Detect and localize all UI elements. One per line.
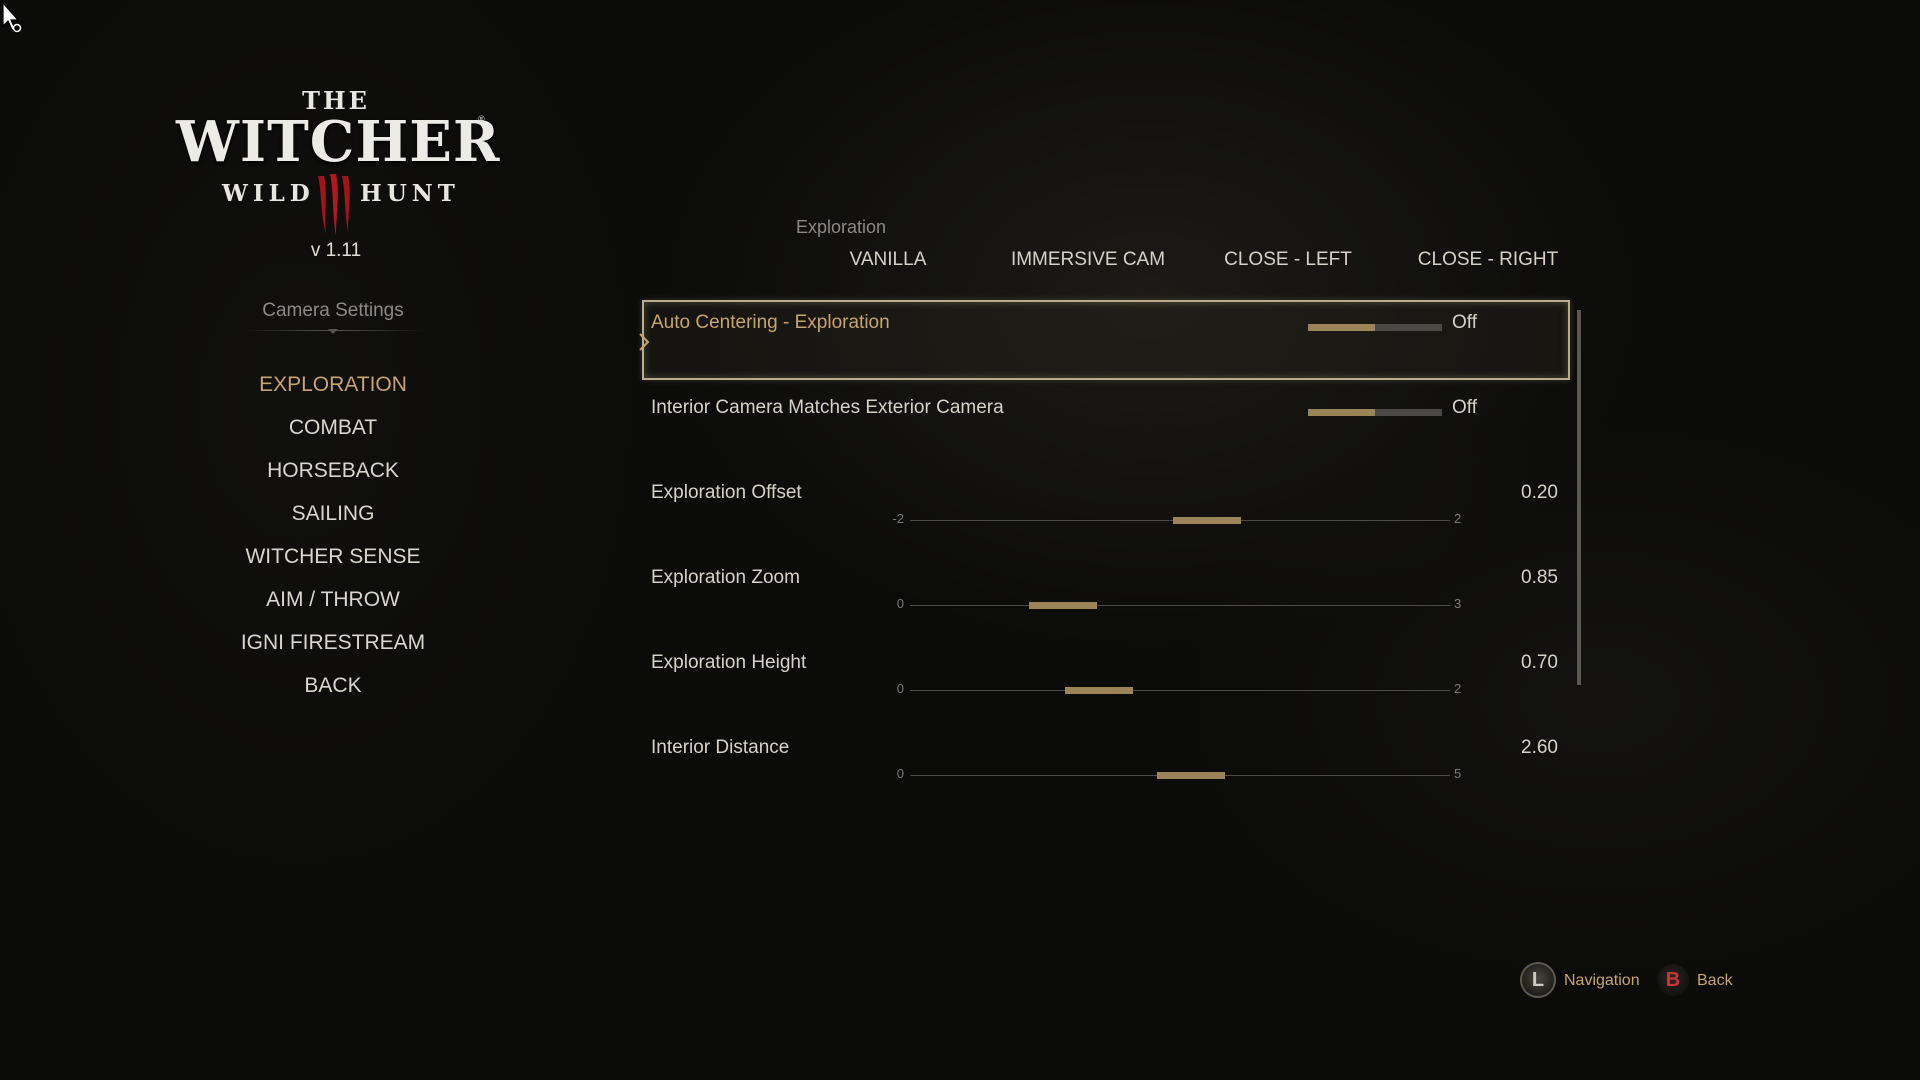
slider-thumb[interactable] xyxy=(1173,517,1241,524)
slider-min-label: -2 xyxy=(892,511,904,526)
toggle-value: Off xyxy=(1452,397,1477,418)
slider-min-label: 0 xyxy=(896,681,904,696)
menu-item-exploration[interactable]: EXPLORATION xyxy=(232,368,434,411)
settings-list: Auto Centering - Exploration Off Interio… xyxy=(639,300,1572,800)
slider-thumb[interactable] xyxy=(1156,772,1225,779)
setting-label: Exploration Height xyxy=(651,652,807,673)
setting-interior-distance[interactable]: Interior Distance 2.60 0 5 xyxy=(642,725,1570,805)
setting-exploration-height[interactable]: Exploration Height 0.70 0 2 xyxy=(642,640,1570,720)
navigation-hint-label: Navigation xyxy=(1564,972,1640,989)
preset-close-left[interactable]: CLOSE - LEFT xyxy=(1188,249,1388,271)
selection-arrow-icon xyxy=(639,333,650,351)
preset-tabs: VANILLA IMMERSIVE CAM CLOSE - LEFT CLOSE… xyxy=(788,249,1568,279)
logo-wild-text: WILD xyxy=(222,180,315,207)
setting-label: Exploration Zoom xyxy=(651,567,800,588)
slider-thumb[interactable] xyxy=(1065,687,1133,694)
slider-min-label: 0 xyxy=(896,766,904,781)
slider-thumb[interactable] xyxy=(1029,602,1097,609)
left-stick-letter: L xyxy=(1531,969,1545,991)
slider-track[interactable] xyxy=(910,602,1450,609)
setting-label: Auto Centering - Exploration xyxy=(651,312,890,333)
logo-hunt-text: HUNT xyxy=(360,180,460,207)
camera-settings-menu: EXPLORATION COMBAT HORSEBACK SAILING WIT… xyxy=(232,368,434,712)
menu-item-horseback[interactable]: HORSEBACK xyxy=(232,454,434,497)
toggle-fill xyxy=(1308,324,1375,331)
slider-value: 0.85 xyxy=(1521,567,1558,588)
preset-close-right[interactable]: CLOSE - RIGHT xyxy=(1388,249,1588,271)
slider-value: 0.70 xyxy=(1521,652,1558,673)
slider-min-label: 0 xyxy=(896,596,904,611)
menu-heading: Camera Settings xyxy=(262,300,404,321)
setting-exploration-zoom[interactable]: Exploration Zoom 0.85 0 3 xyxy=(642,555,1570,635)
toggle-bar[interactable] xyxy=(1308,324,1442,331)
b-button-icon: B xyxy=(1657,964,1689,996)
setting-auto-centering[interactable]: Auto Centering - Exploration Off xyxy=(639,300,1570,380)
logo-trademark: ® xyxy=(478,114,485,124)
setting-label: Interior Camera Matches Exterior Camera xyxy=(651,397,1004,418)
version-label: v 1.11 xyxy=(310,240,362,261)
slider-value: 0.20 xyxy=(1521,482,1558,503)
settings-scrollbar[interactable] xyxy=(1577,310,1581,685)
menu-item-igni-firestream[interactable]: IGNI FIRESTREAM xyxy=(232,626,434,669)
setting-label: Interior Distance xyxy=(651,737,790,758)
back-hint-label: Back xyxy=(1697,972,1733,989)
toggle-fill xyxy=(1308,409,1375,416)
toggle-bar[interactable] xyxy=(1308,409,1442,416)
preset-immersive-cam[interactable]: IMMERSIVE CAM xyxy=(988,249,1188,271)
slider-max-label: 5 xyxy=(1454,766,1462,781)
section-title: Exploration xyxy=(796,217,887,237)
setting-interior-camera-matches[interactable]: Interior Camera Matches Exterior Camera … xyxy=(642,385,1570,465)
menu-item-aim-throw[interactable]: AIM / THROW xyxy=(232,583,434,626)
toggle-value: Off xyxy=(1452,312,1477,333)
menu-item-sailing[interactable]: SAILING xyxy=(232,497,434,540)
claw-mark-icon xyxy=(318,174,350,236)
menu-heading-tick xyxy=(328,329,338,334)
menu-item-witcher-sense[interactable]: WITCHER SENSE xyxy=(232,540,434,583)
menu-item-combat[interactable]: COMBAT xyxy=(232,411,434,454)
b-button-letter: B xyxy=(1665,969,1681,991)
slider-track[interactable] xyxy=(910,772,1450,779)
slider-track[interactable] xyxy=(910,517,1450,524)
slider-max-label: 3 xyxy=(1454,596,1462,611)
slider-max-label: 2 xyxy=(1454,511,1462,526)
setting-exploration-offset[interactable]: Exploration Offset 0.20 -2 2 xyxy=(642,470,1570,550)
menu-item-back[interactable]: BACK xyxy=(232,669,434,712)
slider-max-label: 2 xyxy=(1454,681,1462,696)
left-stick-icon: L xyxy=(1520,962,1556,998)
mouse-cursor-icon xyxy=(2,2,22,33)
slider-value: 2.60 xyxy=(1521,737,1558,758)
logo-title-text: WITCHER xyxy=(176,109,501,175)
preset-vanilla[interactable]: VANILLA xyxy=(788,249,988,271)
setting-label: Exploration Offset xyxy=(651,482,802,503)
slider-track[interactable] xyxy=(910,687,1450,694)
